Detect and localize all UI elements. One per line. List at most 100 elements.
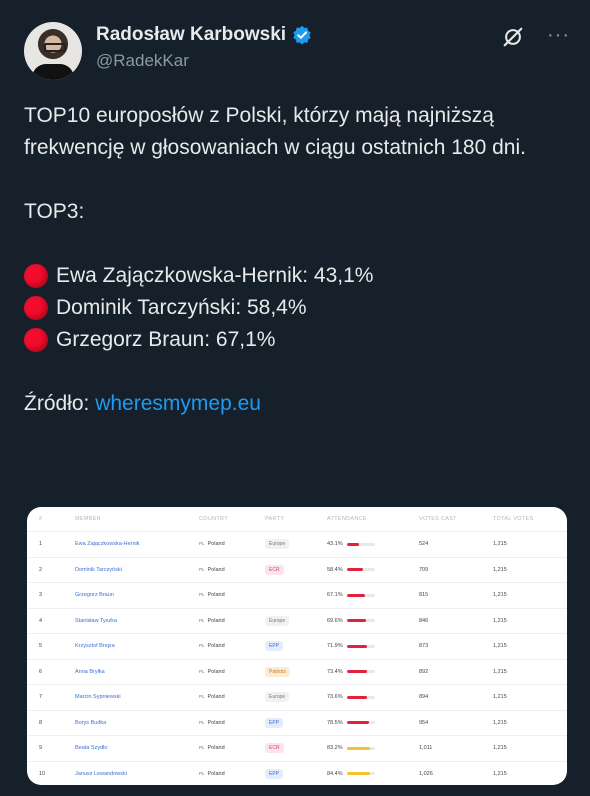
poland-flag-icon: PL — [199, 668, 205, 674]
cell-rank: 6 — [27, 658, 63, 685]
author-name-row[interactable]: Radosław Karbowski — [96, 24, 312, 46]
table-row[interactable]: 5 Krzysztof Brejza PL Poland EPP 71.9% 873 1,21… — [27, 633, 567, 659]
avatar[interactable] — [24, 22, 82, 80]
cell-member[interactable]: Anna Bryłka — [63, 658, 187, 685]
cell-party: Europe — [253, 531, 315, 557]
party-badge: Patriots — [265, 666, 290, 677]
cell-attendance: 58.4% — [315, 556, 407, 583]
grok-icon[interactable] — [502, 26, 524, 48]
country-label: Poland — [207, 541, 225, 548]
attendance-bar — [346, 568, 375, 572]
cell-member[interactable]: Janusz Lewandowski — [63, 760, 187, 785]
cell-rank: 3 — [27, 582, 63, 608]
attendance-value: 83.2% — [327, 745, 343, 752]
attendance-wrap: 43.1% — [327, 541, 375, 547]
top3-item-text: Grzegorz Braun: 67,1% — [56, 328, 276, 351]
attached-image[interactable]: # MEMBER COUNTRY PARTY ATTENDANCE VOTES … — [27, 507, 567, 785]
cell-member[interactable]: Marcin Sypniewski — [63, 684, 187, 710]
attendance-bar-fill — [346, 670, 368, 674]
source-link[interactable]: wheresmymep.eu — [95, 392, 261, 415]
cell-party: EPP — [253, 760, 315, 785]
country-label: Poland — [207, 745, 225, 752]
country-label: Poland — [207, 694, 225, 701]
table-row[interactable]: 8 Borys Budka PL Poland EPP 78.5% 954 1,215 — [27, 709, 567, 736]
red-circle-icon — [24, 328, 48, 352]
cell-total-votes: 1,215 — [481, 633, 567, 659]
table-row[interactable]: 1 Ewa Zajączkowska-Hernik PL Poland Europe 43… — [27, 531, 567, 557]
top3-item-text: Ewa Zajączkowska-Hernik: 43,1% — [56, 264, 374, 287]
cell-rank: 1 — [27, 531, 63, 557]
header-total-votes: TOTAL VOTES — [493, 516, 534, 522]
author-handle[interactable]: @RadekKar — [96, 51, 312, 71]
attendance-bar-fill — [346, 568, 363, 572]
cell-member[interactable]: Stanisław Tyszka — [63, 607, 187, 634]
cell-member[interactable]: Grzegorz Braun — [63, 582, 187, 608]
cell-rank: 7 — [27, 684, 63, 710]
poland-flag-icon: PL — [199, 719, 205, 725]
table-row[interactable]: 6 Anna Bryłka PL Poland Patriots 73.4% 892 1,21… — [27, 658, 567, 685]
attendance-value: 58.4% — [327, 566, 343, 573]
cell-member[interactable]: Beata Szydło — [63, 735, 187, 761]
attendance-wrap: 69.6% — [327, 618, 375, 624]
cell-total-votes: 1,215 — [481, 582, 567, 608]
party-badge: EPP — [265, 641, 284, 652]
attendance-value: 78.5% — [327, 719, 343, 726]
top3-item: Dominik Tarczyński: 58,4% — [24, 292, 569, 324]
table-row[interactable]: 2 Dominik Tarczyński PL Poland ECR 58.4% 709 1,… — [27, 556, 567, 583]
cell-party: EPP — [253, 709, 315, 736]
cell-total-votes: 1,215 — [481, 735, 567, 761]
table-row[interactable]: 10 Janusz Lewandowski PL Poland EPP 84.4% 1,02… — [27, 760, 567, 785]
poland-flag-icon: PL — [199, 770, 205, 776]
table-row[interactable]: 3 Grzegorz Braun PL Poland 67.1% 815 1,215 — [27, 582, 567, 608]
cell-party: Europe — [253, 607, 315, 634]
header-rank: # — [39, 516, 43, 522]
poland-flag-icon: PL — [199, 566, 205, 572]
avatar-shirt — [32, 64, 74, 80]
cell-member[interactable]: Ewa Zajączkowska-Hernik — [63, 531, 187, 557]
attendance-value: 67.1% — [327, 592, 343, 599]
table-row[interactable]: 7 Marcin Sypniewski PL Poland Europe 73.6% 894… — [27, 684, 567, 710]
cell-country: PL Poland — [187, 760, 253, 785]
attendance-bar-fill — [346, 644, 367, 648]
cell-member[interactable]: Dominik Tarczyński — [63, 556, 187, 583]
cell-rank: 10 — [27, 760, 63, 785]
cell-party: EPP — [253, 633, 315, 659]
table-row[interactable]: 4 Stanisław Tyszka PL Poland Europe 69.6% 846 1… — [27, 607, 567, 634]
cell-country: PL Poland — [187, 684, 253, 710]
cell-country: PL Poland — [187, 633, 253, 659]
attendance-bar-fill — [346, 542, 359, 546]
party-badge: ECR — [265, 743, 284, 754]
table-row[interactable]: 9 Beata Szydło PL Poland ECR 83.2% 1,011 1,215 — [27, 735, 567, 761]
cell-attendance: 67.1% — [315, 582, 407, 608]
party-badge: EPP — [265, 717, 284, 728]
attendance-bar — [346, 542, 375, 546]
country-label: Poland — [207, 770, 225, 777]
red-circle-icon — [24, 296, 48, 320]
country-label: Poland — [207, 643, 225, 650]
tweet-intro: TOP10 europosłów z Polski, którzy mają n… — [24, 104, 526, 159]
cell-votes-cast: 846 — [407, 607, 481, 634]
header-member: MEMBER — [75, 516, 101, 522]
top3-title: TOP3: — [24, 200, 85, 223]
cell-member[interactable]: Borys Budka — [63, 709, 187, 736]
top3-item: Ewa Zajączkowska-Hernik: 43,1% — [24, 260, 569, 292]
party-badge: Europe — [265, 615, 290, 626]
cell-attendance: 83.2% — [315, 735, 407, 761]
more-icon[interactable]: ··· — [547, 24, 570, 47]
cell-attendance: 73.6% — [315, 684, 407, 710]
red-circle-icon — [24, 264, 48, 288]
tweet-text: TOP10 europosłów z Polski, którzy mają n… — [24, 100, 569, 420]
attendance-wrap: 67.1% — [327, 592, 375, 598]
cell-member[interactable]: Krzysztof Brejza — [63, 633, 187, 659]
author-block: Radosław Karbowski @RadekKar — [96, 24, 312, 71]
avatar-glasses — [44, 43, 66, 52]
country-label: Poland — [207, 668, 225, 675]
cell-country: PL Poland — [187, 582, 253, 608]
cell-attendance: 78.5% — [315, 709, 407, 736]
cell-country: PL Poland — [187, 531, 253, 557]
author-display-name[interactable]: Radosław Karbowski — [96, 24, 286, 46]
attendance-wrap: 83.2% — [327, 745, 375, 751]
cell-party: ECR — [253, 556, 315, 583]
cell-rank: 4 — [27, 607, 63, 634]
header-country: COUNTRY — [199, 516, 229, 522]
